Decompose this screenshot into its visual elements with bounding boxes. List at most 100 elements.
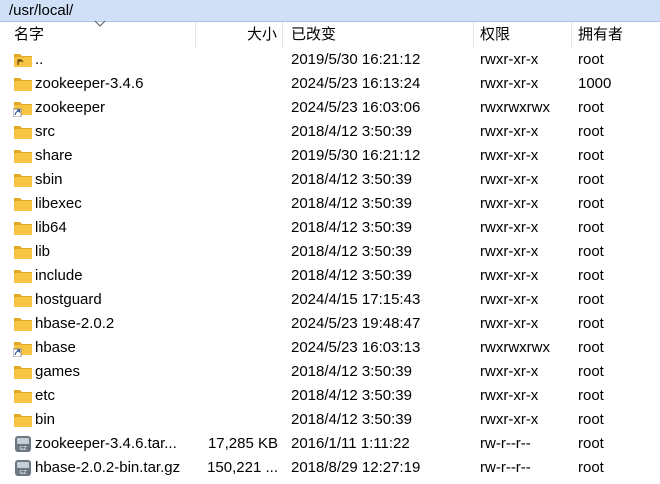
file-permissions: rwxr-xr-x xyxy=(480,291,539,308)
file-modified: 2019/5/30 16:21:12 xyxy=(291,147,421,164)
folder-link-icon xyxy=(12,99,33,118)
column-name-label: 名字 xyxy=(14,26,45,43)
file-row[interactable]: hostguard 2024/4/15 17:15:43 rwxr-xr-x root xyxy=(0,288,660,312)
file-modified: 2018/4/12 3:50:39 xyxy=(291,267,412,284)
file-row[interactable]: bin 2018/4/12 3:50:39 rwxr-xr-x root xyxy=(0,408,660,432)
file-owner: root xyxy=(578,99,604,116)
file-permissions: rw-r--r-- xyxy=(480,459,531,476)
file-owner: root xyxy=(578,411,604,428)
file-permissions: rwxr-xr-x xyxy=(480,171,539,188)
file-row[interactable]: share 2019/5/30 16:21:12 rwxr-xr-x root xyxy=(0,144,660,168)
parent-dir-icon xyxy=(13,51,33,69)
file-owner: root xyxy=(578,387,604,404)
file-row[interactable]: libexec 2018/4/12 3:50:39 rwxr-xr-x root xyxy=(0,192,660,216)
file-permissions: rwxr-xr-x xyxy=(480,123,539,140)
file-modified: 2024/5/23 16:13:24 xyxy=(291,75,421,92)
file-name: share xyxy=(35,147,73,164)
file-name: bin xyxy=(35,411,56,428)
file-permissions: rw-r--r-- xyxy=(480,435,531,452)
folder-icon xyxy=(13,243,33,261)
file-modified: 2018/4/12 3:50:39 xyxy=(291,195,412,212)
column-permissions-header[interactable]: 权限 xyxy=(474,22,572,48)
file-owner: root xyxy=(578,435,604,452)
file-name: lib xyxy=(35,243,51,260)
file-row[interactable]: hbase-2.0.2 2024/5/23 19:48:47 rwxr-xr-x ro… xyxy=(0,312,660,336)
file-modified: 2018/4/12 3:50:39 xyxy=(291,411,412,428)
file-row[interactable]: .. 2019/5/30 16:21:12 rwxr-xr-x root xyxy=(0,48,660,72)
file-name: lib64 xyxy=(35,219,67,236)
file-row[interactable]: sbin 2018/4/12 3:50:39 rwxr-xr-x root xyxy=(0,168,660,192)
file-size xyxy=(196,264,278,288)
current-path: /usr/local/ xyxy=(9,2,74,19)
column-owner-header[interactable]: 拥有者 xyxy=(572,22,660,48)
file-owner: root xyxy=(578,291,604,308)
file-size xyxy=(196,336,278,360)
file-name: sbin xyxy=(35,171,63,188)
file-row[interactable]: src 2018/4/12 3:50:39 rwxr-xr-x root xyxy=(0,120,660,144)
column-size-header[interactable]: 大小 xyxy=(196,22,283,48)
file-size: 17,285 KB xyxy=(207,435,278,452)
folder-icon xyxy=(13,75,33,93)
file-row[interactable]: include 2018/4/12 3:50:39 rwxr-xr-x root xyxy=(0,264,660,288)
column-modified-header[interactable]: 已改变 xyxy=(283,22,474,48)
file-size xyxy=(196,144,278,168)
column-size-label: 大小 xyxy=(246,26,277,43)
column-name-header[interactable]: 名字 xyxy=(0,20,196,48)
file-name: src xyxy=(35,123,55,140)
file-permissions: rwxr-xr-x xyxy=(480,51,539,68)
file-name: zookeeper xyxy=(35,99,106,116)
file-owner: root xyxy=(578,243,604,260)
file-size xyxy=(196,384,278,408)
file-size xyxy=(196,48,278,72)
folder-icon xyxy=(13,291,33,309)
file-owner: root xyxy=(578,363,604,380)
file-modified: 2018/4/12 3:50:39 xyxy=(291,123,412,140)
file-name: libexec xyxy=(35,195,82,212)
file-row[interactable]: etc 2018/4/12 3:50:39 rwxr-xr-x root xyxy=(0,384,660,408)
file-name: etc xyxy=(35,387,56,404)
file-row[interactable]: hbase 2024/5/23 16:03:13 rwxrwxrwx root xyxy=(0,336,660,360)
column-owner-label: 拥有者 xyxy=(578,26,624,43)
file-modified: 2024/5/23 16:03:13 xyxy=(291,339,421,356)
file-name: hbase-2.0.2 xyxy=(35,315,115,332)
file-name: zookeeper-3.4.6 xyxy=(35,75,144,92)
file-name: hostguard xyxy=(35,291,102,308)
path-bar[interactable]: /usr/local/ xyxy=(0,0,660,22)
file-permissions: rwxr-xr-x xyxy=(480,147,539,164)
file-modified: 2018/8/29 12:27:19 xyxy=(291,459,421,476)
file-modified: 2024/5/23 16:03:06 xyxy=(291,99,421,116)
file-row[interactable]: games 2018/4/12 3:50:39 rwxr-xr-x root xyxy=(0,360,660,384)
folder-icon xyxy=(13,195,33,213)
file-row[interactable]: GZ hbase-2.0.2-bin.tar.gz 150,221 ... 2018/… xyxy=(0,456,660,480)
folder-icon xyxy=(13,363,33,381)
folder-icon xyxy=(13,219,33,237)
file-size xyxy=(196,72,278,96)
file-name: .. xyxy=(35,51,44,68)
file-modified: 2018/4/12 3:50:39 xyxy=(291,243,412,260)
file-row[interactable]: zookeeper 2024/5/23 16:03:06 rwxrwxrwx root xyxy=(0,96,660,120)
file-owner: root xyxy=(578,315,604,332)
file-permissions: rwxrwxrwx xyxy=(480,339,550,356)
file-row[interactable]: GZ zookeeper-3.4.6.tar... 17,285 KB 2016/1/… xyxy=(0,432,660,456)
file-owner: root xyxy=(578,147,604,164)
file-size xyxy=(196,312,278,336)
file-owner: root xyxy=(578,219,604,236)
file-size xyxy=(196,360,278,384)
file-name: include xyxy=(35,267,83,284)
file-modified: 2016/1/11 1:11:22 xyxy=(291,435,410,452)
file-row[interactable]: lib64 2018/4/12 3:50:39 rwxr-xr-x root xyxy=(0,216,660,240)
file-permissions: rwxr-xr-x xyxy=(480,267,539,284)
column-header: 名字 大小 已改变 权限 拥有者 xyxy=(0,20,660,48)
folder-icon xyxy=(13,315,33,333)
file-modified: 2018/4/12 3:50:39 xyxy=(291,363,412,380)
file-size xyxy=(196,408,278,432)
file-row[interactable]: zookeeper-3.4.6 2024/5/23 16:13:24 rwxr-xr… xyxy=(0,72,660,96)
file-name: hbase xyxy=(35,339,76,356)
file-owner: root xyxy=(578,51,604,68)
file-modified: 2018/4/12 3:50:39 xyxy=(291,219,412,236)
folder-icon xyxy=(13,411,33,429)
file-row[interactable]: lib 2018/4/12 3:50:39 rwxr-xr-x root xyxy=(0,240,660,264)
file-owner: root xyxy=(578,195,604,212)
svg-text:GZ: GZ xyxy=(19,470,27,476)
file-owner: 1000 xyxy=(578,75,612,92)
